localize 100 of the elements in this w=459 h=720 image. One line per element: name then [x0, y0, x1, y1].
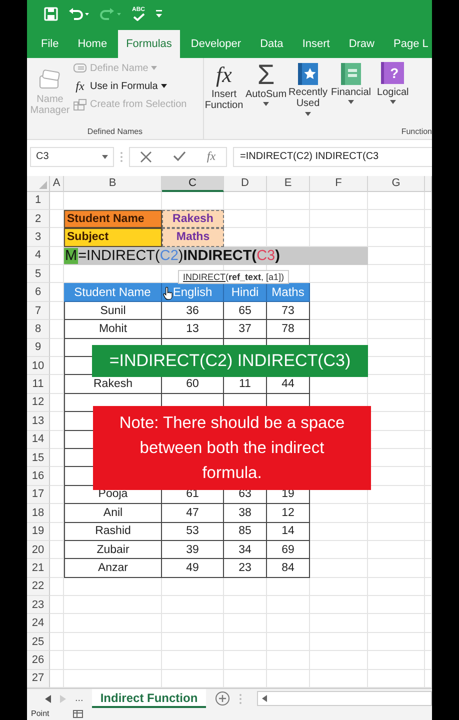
- row-header[interactable]: 12: [27, 394, 50, 412]
- ribbon-tab[interactable]: Home: [70, 30, 116, 58]
- formula-text: ): [178, 248, 184, 264]
- select-all-corner[interactable]: [27, 176, 50, 192]
- row-header[interactable]: 24: [27, 614, 50, 633]
- row-header[interactable]: 27: [27, 670, 50, 688]
- horizontal-scrollbar[interactable]: [256, 691, 432, 706]
- ribbon-tab[interactable]: Insert: [294, 30, 338, 58]
- cancel-icon[interactable]: [140, 150, 152, 163]
- column-header[interactable]: D: [224, 176, 267, 192]
- insert-function-button[interactable]: fx: [206, 149, 216, 164]
- table-cell: 85: [224, 522, 267, 541]
- row-header[interactable]: 19: [27, 522, 50, 541]
- row-header[interactable]: 3: [27, 228, 50, 247]
- previous-sheet-icon[interactable]: [45, 694, 51, 703]
- table-icon: [73, 98, 87, 111]
- recent-button[interactable]: Recently Used: [288, 62, 328, 127]
- empty-cell: [162, 578, 224, 596]
- table-cell: 23: [224, 559, 267, 578]
- empty-cell: [50, 467, 64, 486]
- row-header[interactable]: 4: [27, 246, 50, 266]
- empty-cell: [310, 651, 368, 670]
- row-header[interactable]: 20: [27, 540, 50, 560]
- financial-button[interactable]: Financial: [328, 62, 374, 127]
- column-header[interactable]: F: [310, 176, 368, 192]
- empty-cell: [310, 559, 368, 578]
- logical-button[interactable]: ? Logical: [374, 62, 412, 127]
- row-header[interactable]: 23: [27, 596, 50, 614]
- row-header[interactable]: 8: [27, 320, 50, 339]
- row-header[interactable]: 13: [27, 412, 50, 431]
- cards-icon: [38, 68, 62, 90]
- empty-cell: [310, 540, 368, 560]
- column-header[interactable]: C: [162, 176, 224, 192]
- ribbon-tab[interactable]: Formulas: [118, 30, 180, 58]
- autosum-button[interactable]: Σ AutoSum: [244, 62, 288, 127]
- row-header[interactable]: 17: [27, 486, 50, 504]
- corner-triangle-icon: [39, 180, 47, 188]
- formula-text: ): [275, 248, 280, 264]
- formula-input[interactable]: =INDIRECT(C2) INDIRECT(C3: [233, 146, 432, 167]
- empty-cell: [310, 504, 368, 523]
- caret-icon[interactable]: [102, 154, 108, 159]
- column-header[interactable]: B: [64, 176, 162, 192]
- check-icon[interactable]: [173, 151, 186, 162]
- name-box[interactable]: C3: [30, 146, 114, 167]
- row-header[interactable]: 16: [27, 467, 50, 486]
- table-cell: Mohit: [64, 320, 162, 339]
- hand-cursor-icon: [163, 286, 173, 300]
- ribbon-tab[interactable]: Data: [252, 30, 292, 58]
- formula-banner: =INDIRECT(C2) INDIRECT(C3): [92, 345, 368, 377]
- empty-cell: [224, 632, 267, 652]
- sheet-tab[interactable]: Indirect Function: [92, 689, 206, 708]
- empty-cell: [50, 596, 64, 614]
- row-header[interactable]: 25: [27, 632, 50, 652]
- tag-icon: [73, 63, 87, 74]
- table-cell: 37: [224, 320, 267, 339]
- row-header[interactable]: 15: [27, 448, 50, 468]
- cell-editor[interactable]: M=INDIRECT(C2)INDIRECT(C3): [64, 246, 368, 266]
- empty-cell: [310, 210, 368, 228]
- row-header[interactable]: 5: [27, 265, 50, 284]
- row-header[interactable]: 6: [27, 283, 50, 302]
- row-header[interactable]: 21: [27, 559, 50, 578]
- empty-cell: [224, 651, 267, 670]
- empty-cell: [310, 614, 368, 633]
- empty-cell: [267, 210, 310, 228]
- empty-cell: [368, 210, 425, 228]
- scroll-left-icon[interactable]: [262, 695, 267, 702]
- column-header[interactable]: G: [368, 176, 425, 192]
- add-sheet-icon[interactable]: [214, 691, 230, 706]
- table-cell: Anzar: [64, 559, 162, 578]
- ribbon-tab[interactable]: Page L: [386, 30, 432, 58]
- table-cell: 38: [224, 504, 267, 523]
- row-header[interactable]: 11: [27, 375, 50, 394]
- row-header[interactable]: 26: [27, 651, 50, 670]
- row-header[interactable]: 10: [27, 357, 50, 376]
- row-header[interactable]: 22: [27, 578, 50, 596]
- ribbon-tab[interactable]: File: [33, 30, 67, 58]
- empty-cell: [50, 412, 64, 431]
- insert-function-button[interactable]: fx Insert Function: [204, 62, 244, 127]
- use-name-button[interactable]: fx Use in Formula: [73, 78, 187, 95]
- empty-cell: [50, 578, 64, 596]
- row-header[interactable]: 9: [27, 338, 50, 358]
- ribbon-tab[interactable]: Draw: [340, 30, 382, 58]
- empty-cell: [50, 486, 64, 504]
- row-header[interactable]: 18: [27, 504, 50, 523]
- row-header[interactable]: 14: [27, 430, 50, 449]
- macro-record-icon[interactable]: [73, 710, 84, 718]
- undo-icon[interactable]: [68, 6, 90, 21]
- empty-cell: [162, 614, 224, 633]
- column-header[interactable]: E: [267, 176, 310, 192]
- column-header[interactable]: A: [50, 176, 64, 192]
- row-header[interactable]: 7: [27, 302, 50, 320]
- row-header[interactable]: 2: [27, 210, 50, 228]
- ribbon-tab[interactable]: Developer: [182, 30, 250, 58]
- save-icon[interactable]: [44, 6, 58, 21]
- row-header[interactable]: 1: [27, 192, 50, 210]
- splitter-icon[interactable]: [120, 150, 123, 163]
- empty-cell: [50, 504, 64, 523]
- status-mode: Point: [31, 710, 50, 718]
- customize-icon[interactable]: [155, 8, 163, 19]
- more-sheets-button[interactable]: ...: [75, 693, 84, 704]
